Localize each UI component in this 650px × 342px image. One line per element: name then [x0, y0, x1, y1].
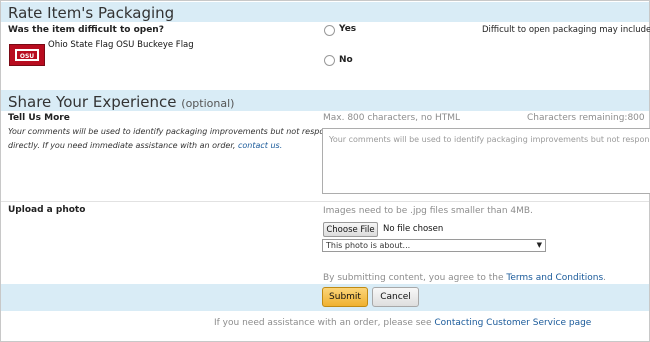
experience-title: Share Your Experience (optional) [8, 93, 234, 111]
comments-textarea[interactable]: Your comments will be used to identify p… [322, 128, 650, 194]
packaging-hint: Difficult to open packaging may include [482, 25, 650, 35]
photo-about-select[interactable]: This photo is about... ▼ [322, 239, 546, 252]
radio-no[interactable] [324, 55, 335, 66]
tell-us-description-2: directly. If you need immediate assistan… [8, 141, 282, 150]
submit-button[interactable]: Submit [322, 287, 368, 307]
image-requirement-note: Images need to be .jpg files smaller tha… [323, 206, 533, 216]
radio-yes[interactable] [324, 25, 335, 36]
terms-note-prefix: By submitting content, you agree to the [323, 273, 504, 283]
cancel-button[interactable]: Cancel [372, 287, 419, 307]
terms-link[interactable]: Terms and Conditions [506, 273, 603, 283]
radio-no-label: No [339, 55, 353, 65]
product-logo: OSU [9, 44, 45, 66]
svg-text:OSU: OSU [20, 53, 34, 60]
max-characters-note: Max. 800 characters, no HTML [323, 113, 460, 123]
footer-text: If you need assistance with an order, pl… [214, 318, 432, 328]
experience-title-text: Share Your Experience [8, 93, 177, 111]
chevron-down-icon: ▼ [536, 241, 542, 249]
experience-optional: (optional) [181, 97, 235, 110]
no-file-chosen-text: No file chosen [383, 224, 444, 234]
product-name: Ohio State Flag OSU Buckeye Flag [48, 40, 194, 50]
contact-us-link[interactable]: contact us. [238, 141, 282, 150]
packaging-title: Rate Item's Packaging [8, 4, 175, 22]
photo-about-select-value: This photo is about... [326, 241, 411, 250]
difficult-question: Was the item difficult to open? [8, 25, 164, 35]
characters-remaining: Characters remaining:800 [527, 113, 645, 123]
choose-file-button[interactable]: Choose File [323, 222, 378, 237]
customer-service-link[interactable]: Contacting Customer Service page [434, 318, 591, 328]
footer-note: If you need assistance with an order, pl… [214, 318, 591, 328]
terms-note-suffix: . [603, 273, 607, 283]
tell-us-description-1: Your comments will be used to identify p… [8, 127, 355, 136]
tell-us-label: Tell Us More [8, 113, 70, 123]
divider [1, 201, 649, 202]
terms-note: By submitting content, you agree to the … [323, 273, 606, 283]
ohio-state-logo-icon: OSU [10, 45, 44, 65]
upload-photo-label: Upload a photo [8, 205, 86, 215]
tell-us-description-2-text: directly. If you need immediate assistan… [8, 141, 236, 150]
radio-yes-label: Yes [339, 24, 357, 34]
